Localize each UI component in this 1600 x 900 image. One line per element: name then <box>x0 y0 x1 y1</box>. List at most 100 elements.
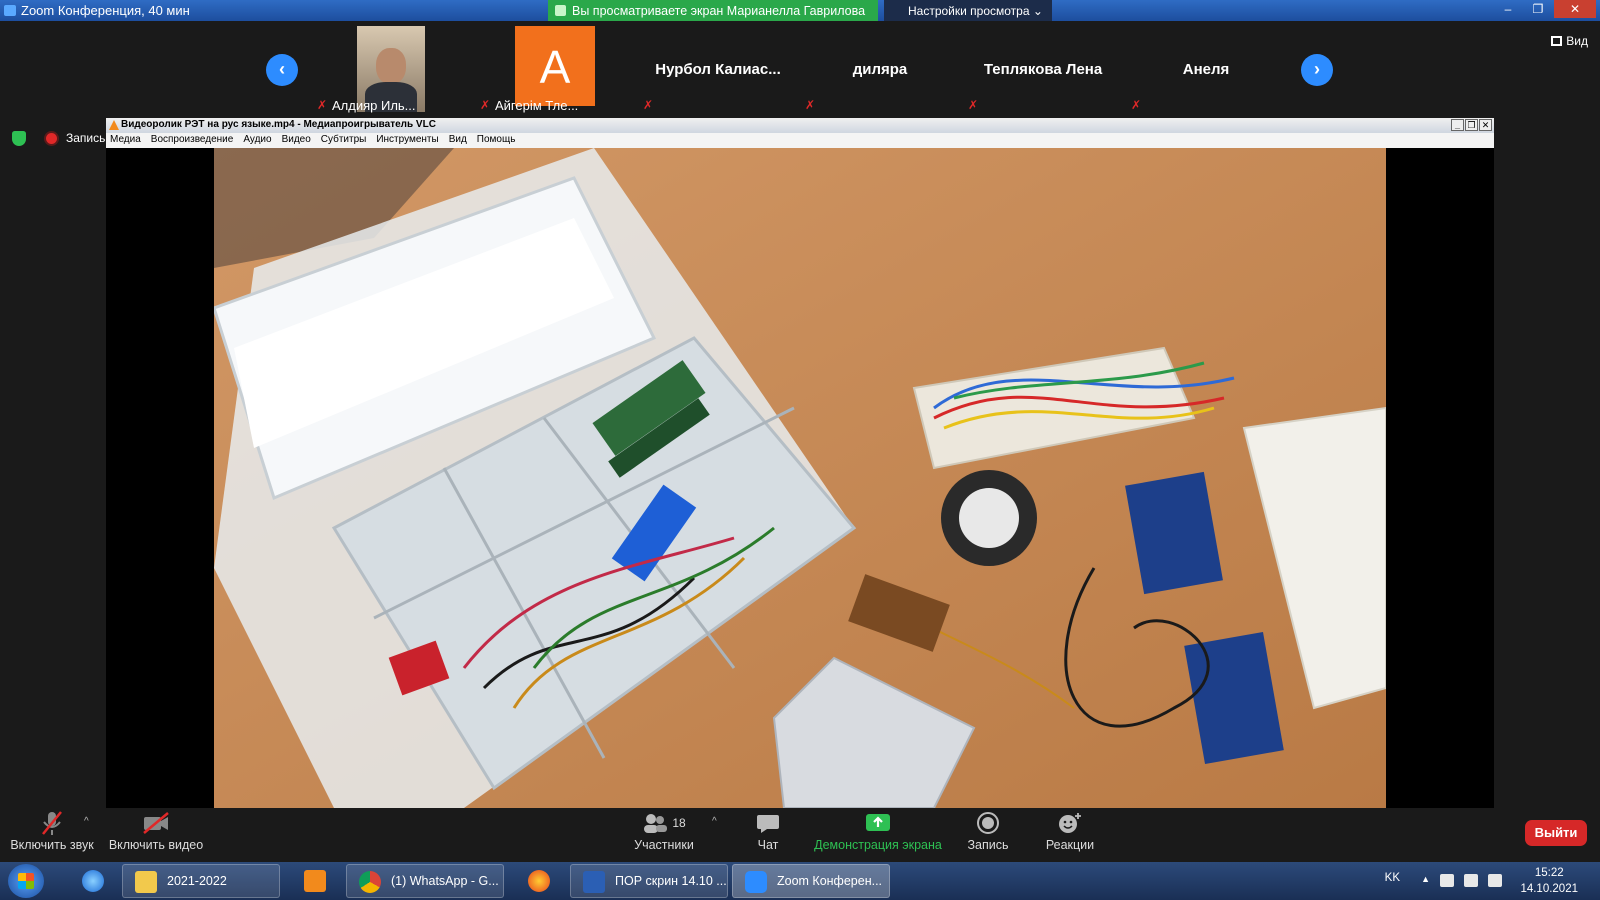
word-icon <box>583 871 605 893</box>
view-settings-label: Настройки просмотра <box>908 4 1030 18</box>
window-controls: – ❐ ✕ <box>1492 0 1596 18</box>
muted-mic-icon: ✗ <box>480 98 491 112</box>
video-camera-off-icon <box>143 812 169 834</box>
vlc-menu-playback[interactable]: Воспроизведение <box>151 134 234 148</box>
taskbar-word-document[interactable]: ПОР скрин 14.10 ... <box>570 864 728 898</box>
vlc-close-button[interactable]: ✕ <box>1479 119 1492 131</box>
emoji-reaction-icon <box>1059 813 1081 833</box>
taskbar-app-label: 2021-2022 <box>167 874 227 888</box>
participants-options-caret-icon[interactable]: ^ <box>712 816 717 827</box>
participant-avatar: A <box>515 26 595 106</box>
unmute-button[interactable]: Включить звук <box>8 808 96 852</box>
microphone-muted-icon <box>42 811 62 835</box>
audio-options-caret-icon[interactable]: ^ <box>84 816 89 827</box>
share-screen-icon <box>866 814 890 831</box>
meeting-toolbar: Включить звук ^ Включить видео 18 Участн… <box>0 808 1600 862</box>
media-player-icon <box>304 870 326 892</box>
chat-button[interactable]: Чат <box>748 808 788 852</box>
firefox-icon <box>528 870 550 892</box>
minimize-button[interactable]: – <box>1494 0 1522 18</box>
start-button[interactable] <box>8 864 44 898</box>
participant-name: Теплякова Лена <box>983 61 1103 78</box>
participant-tile[interactable]: Анеля ✗ <box>1126 26 1286 114</box>
muted-mic-icon: ✗ <box>317 98 328 112</box>
participant-name: дилярa <box>852 61 908 78</box>
participant-name: Айгерім Тле... <box>495 98 579 113</box>
gallery-view-icon <box>1551 36 1563 46</box>
vlc-window-title: Видеоролик РЭТ на рус языке.mp4 - Медиап… <box>121 119 436 130</box>
recording-label: Запись <box>66 131 106 145</box>
maximize-button[interactable]: ❐ <box>1524 0 1552 18</box>
participant-tile[interactable]: A ✗ Айгерім Тле... <box>475 26 635 114</box>
clock-time: 15:22 <box>1534 867 1564 879</box>
share-screen-button[interactable]: Демонстрация экрана <box>814 808 942 852</box>
leave-meeting-button[interactable]: Выйти <box>1525 820 1587 846</box>
muted-mic-icon: ✗ <box>1131 98 1142 112</box>
language-indicator[interactable]: KK <box>1385 872 1400 884</box>
system-tray: KK ▲ 15:22 14.10.2021 <box>1340 862 1600 900</box>
zoom-window: Zoom Конференция, 40 мин Вы просматривае… <box>0 0 1600 900</box>
taskbar-zoom[interactable]: Zoom Конферен... <box>732 864 890 898</box>
chat-label: Чат <box>757 838 779 852</box>
title-bar: Zoom Конференция, 40 мин Вы просматривае… <box>0 0 1600 21</box>
record-button[interactable]: Запись <box>962 808 1014 852</box>
taskbar-folder-2021-2022[interactable]: 2021-2022 <box>122 864 280 898</box>
muted-mic-icon: ✗ <box>805 98 816 112</box>
view-settings-dropdown[interactable]: Настройки просмотра ⌄ <box>884 0 1052 21</box>
vlc-menu-audio[interactable]: Аудио <box>243 134 271 148</box>
taskbar-app-label: Zoom Конферен... <box>777 874 883 888</box>
participant-strip: ‹ ✗ Алдияр Иль... A ✗ Айгерім Тле... Нур… <box>0 21 1600 117</box>
share-screen-label: Демонстрация экрана <box>814 838 942 852</box>
start-video-label: Включить видео <box>108 838 204 852</box>
vlc-menu-help[interactable]: Помощь <box>477 134 516 148</box>
folder-icon <box>135 871 157 893</box>
reactions-label: Реакции <box>1045 838 1095 852</box>
vlc-menu-tools[interactable]: Инструменты <box>376 134 438 148</box>
participants-button[interactable]: 18 Участники <box>630 808 698 852</box>
participant-name: Анеля <box>1182 61 1230 78</box>
participants-icon <box>644 814 668 833</box>
vlc-cone-icon <box>109 120 119 130</box>
recording-icon <box>46 133 57 144</box>
vlc-menu-video[interactable]: Видео <box>282 134 311 148</box>
vlc-menu-view[interactable]: Вид <box>449 134 467 148</box>
vlc-menu-bar: Медиа Воспроизведение Аудио Видео Субтит… <box>106 133 1494 148</box>
action-center-flag-icon[interactable] <box>1440 874 1454 887</box>
taskbar-internet-explorer[interactable] <box>70 864 114 898</box>
vlc-title-bar: Видеоролик РЭТ на рус языке.mp4 - Медиап… <box>106 118 1494 133</box>
participant-tile[interactable]: Нурбол Калиас... ✗ <box>638 26 798 114</box>
internet-explorer-icon <box>82 870 104 892</box>
previous-page-button[interactable]: ‹ <box>266 54 298 86</box>
windows-logo-icon <box>18 873 34 889</box>
shared-screen: Видеоролик РЭТ на рус языке.mp4 - Медиап… <box>106 118 1494 808</box>
vlc-restore-button[interactable]: ❐ <box>1465 119 1478 131</box>
participant-tile[interactable]: Теплякова Лена ✗ <box>963 26 1123 114</box>
record-icon <box>977 812 999 834</box>
system-clock[interactable]: 15:22 14.10.2021 <box>1520 865 1578 897</box>
view-button[interactable]: Вид <box>1551 34 1588 48</box>
taskbar-chrome-whatsapp[interactable]: (1) WhatsApp - G... <box>346 864 504 898</box>
start-video-button[interactable]: Включить видео <box>108 808 204 852</box>
vlc-menu-subtitles[interactable]: Субтитры <box>321 134 367 148</box>
chevron-down-icon: ⌄ <box>1032 4 1043 18</box>
participant-tile[interactable]: дилярa ✗ <box>800 26 960 114</box>
volume-icon[interactable] <box>1488 874 1502 887</box>
reactions-button[interactable]: Реакции <box>1040 808 1100 852</box>
vlc-menu-media[interactable]: Медиа <box>110 134 141 148</box>
close-button[interactable]: ✕ <box>1554 0 1596 18</box>
show-hidden-icons-icon[interactable]: ▲ <box>1421 874 1430 884</box>
network-icon[interactable] <box>1464 874 1478 887</box>
taskbar-media-player[interactable] <box>292 864 336 898</box>
participant-name: Нурбол Калиас... <box>655 61 781 78</box>
encryption-shield-icon[interactable] <box>12 131 26 146</box>
screen-share-banner: Вы просматриваете экран Марианелла Гаври… <box>548 0 878 21</box>
next-page-button[interactable]: › <box>1301 54 1333 86</box>
taskbar-firefox[interactable] <box>516 864 560 898</box>
taskbar-app-label: ПОР скрин 14.10 ... <box>615 874 727 888</box>
screen-share-text: Вы просматриваете экран Марианелла Гаври… <box>572 4 866 18</box>
vlc-minimize-button[interactable]: _ <box>1451 119 1464 131</box>
participant-tile[interactable]: ✗ Алдияр Иль... <box>312 26 472 114</box>
view-button-label: Вид <box>1566 34 1588 48</box>
participant-name: Алдияр Иль... <box>332 98 416 113</box>
video-content-image <box>214 148 1386 808</box>
